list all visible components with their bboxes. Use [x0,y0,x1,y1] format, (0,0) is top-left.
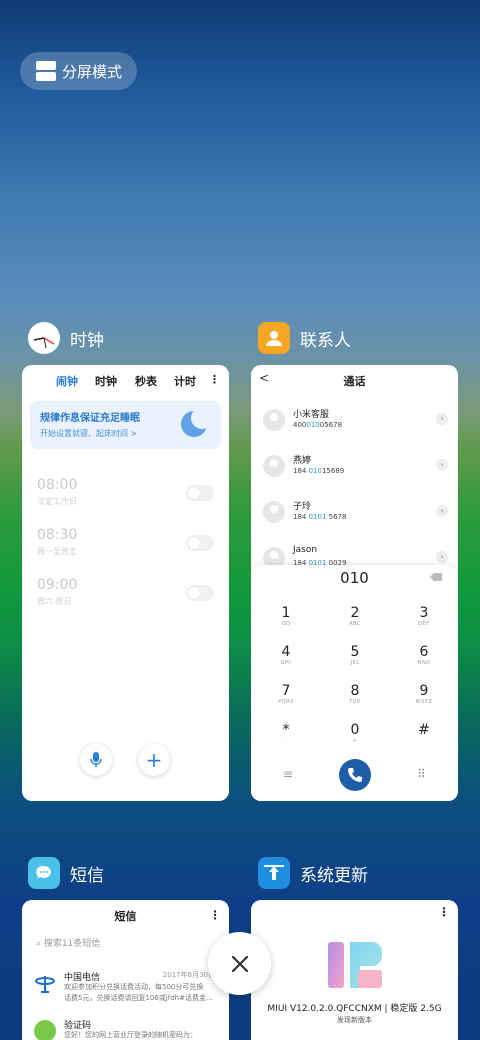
search-icon: ⌕ [36,939,42,949]
update-version: MIUI V12.0.2.0.QFCCNXM | 稳定版 2.5G [267,1004,442,1014]
avatar [263,455,285,477]
contact-number: 40001005678 [293,421,343,429]
alarm-item[interactable]: 08:30 周一至周五 [37,527,214,557]
sms-title: 短信 [114,910,137,923]
contact-name: Jason [293,545,318,555]
contacts-app-icon [258,322,290,354]
menu-icon[interactable]: ≡ [283,767,293,781]
update-app-header[interactable]: 系统更新 [258,857,368,889]
dial-key[interactable]: 3 DEF [399,605,449,627]
clock-app-icon [28,322,60,354]
sleep-banner[interactable]: 规律作息保证充足睡眠 开始设置就寝、起床时间 > [30,401,221,449]
search-input[interactable]: ⌕ 搜索11条短信 [36,936,100,949]
dial-key[interactable]: 4 GHI [261,644,311,666]
contacts-title: 通话 [343,375,366,388]
close-icon [231,955,248,972]
split-screen-button[interactable]: 分屏模式 [20,52,137,90]
contact-number: 184 01015689 [293,467,345,475]
call-button[interactable] [339,759,371,791]
dial-key[interactable]: 5 JKL [330,644,380,666]
contact-name: 燕婷 [293,456,312,466]
tab-alarm[interactable]: 闹钟 [56,373,78,389]
avatar [263,409,285,431]
contact-name: 子玲 [293,502,312,512]
clock-app-header[interactable]: 时钟 [28,322,104,354]
dialpad: 010 1 QD 2 ABC 3 DEF 4 GHI 5 JKL 6 MNO 7 PQRS 8… [251,565,458,801]
dial-key[interactable]: 6 MNO [399,644,449,666]
grid-icon[interactable]: ⠿ [417,767,426,781]
chevron-right-icon[interactable]: › [436,459,448,471]
sms-app-name: 短信 [70,865,104,886]
alarm-toggle[interactable] [186,485,214,501]
dial-key[interactable]: 1 QD [261,605,311,627]
tab-stopwatch[interactable]: 秒表 [135,373,157,389]
split-screen-label: 分屏模式 [62,62,123,81]
alarm-item[interactable]: 08:00 法定工作日 [37,477,214,507]
contact-number: 184 0101 5678 [293,513,347,521]
avatar [263,501,285,523]
chevron-right-icon[interactable]: › [436,551,448,563]
china-telecom-logo [34,972,56,994]
more-icon[interactable]: ⋮ [209,373,220,386]
message-body: 欢迎参加积分兑换话费活动，每500分可兑换 话费5元，兑换话费请回复106或jfd… [64,983,213,1002]
dial-key[interactable]: *, [261,722,311,744]
dial-key[interactable]: 8 TUV [330,683,380,705]
message-item[interactable]: 中国电信 2017年6月30日 欢迎参加积分兑换话费活动，每500分可兑换 话费5… [34,970,215,1012]
alarm-toggle[interactable] [186,535,214,551]
alarm-item[interactable]: 09:00 周六 周日 [37,577,214,607]
dial-input[interactable]: 010 [251,569,458,587]
dial-key[interactable]: 7 PQRS [261,683,311,705]
tab-timer[interactable]: 计时 [174,373,196,389]
dial-key[interactable]: 9 WXYZ [399,683,449,705]
message-body: 您好！您的网上营业厅登录的随机密码为： [64,1031,197,1039]
clock-card[interactable]: 闹钟 时钟 秒表 计时 ⋮ 规律作息保证充足睡眠 开始设置就寝、起床时间 > 0… [22,365,229,801]
update-app-name: 系统更新 [300,865,368,886]
moon-icon [181,407,213,437]
chat-icon [34,1020,56,1040]
clear-all-button[interactable] [208,932,271,995]
more-icon[interactable]: ⋮ [438,905,450,919]
phone-icon [348,768,362,782]
chevron-right-icon[interactable]: › [436,413,448,425]
contact-item[interactable]: 燕婷 184 01015689 › [263,451,448,489]
alarm-toggle[interactable] [186,585,214,601]
dial-key[interactable]: 2 ABC [330,605,380,627]
contact-item[interactable]: 子玲 184 0101 5678 › [263,497,448,535]
miui12-logo [328,942,382,988]
update-app-icon [258,857,290,889]
clock-tabs: 闹钟 时钟 秒表 计时 ⋮ [22,373,229,393]
clock-app-name: 时钟 [70,330,104,351]
microphone-icon [90,752,102,767]
sms-app-header[interactable]: 短信 [28,857,104,889]
contacts-card[interactable]: < 通话 小米客服 40001005678 › 燕婷 184 01015689 … [251,365,458,801]
contact-name: 小米客服 [293,410,330,420]
contacts-app-header[interactable]: 联系人 [258,322,351,354]
dial-key[interactable]: 0 + [330,722,380,744]
update-subtitle: 发现新版本 [337,1016,372,1024]
sms-app-icon [28,857,60,889]
chevron-right-icon[interactable]: › [436,505,448,517]
message-item[interactable]: 验证码 您好！您的网上营业厅登录的随机密码为： [34,1018,215,1040]
tab-clock[interactable]: 时钟 [95,373,117,389]
more-icon[interactable]: ⋮ [209,908,221,922]
contact-item[interactable]: 小米客服 40001005678 › [263,405,448,443]
contacts-app-name: 联系人 [300,330,351,351]
split-screen-icon [36,61,56,81]
add-alarm-button[interactable]: + [138,744,170,776]
dial-key[interactable]: # [399,722,449,738]
update-card[interactable]: ⋮ MIUI V12.0.2.0.QFCCNXM | 稳定版 2.5G 发现新版… [251,900,458,1040]
sms-card[interactable]: 短信 ⋮ ⌕ 搜索11条短信 中国电信 2017年6月30日 欢迎参加积分兑换话… [22,900,229,1040]
message-date: 2017年6月30日 [162,971,215,979]
voice-button[interactable] [80,744,112,776]
